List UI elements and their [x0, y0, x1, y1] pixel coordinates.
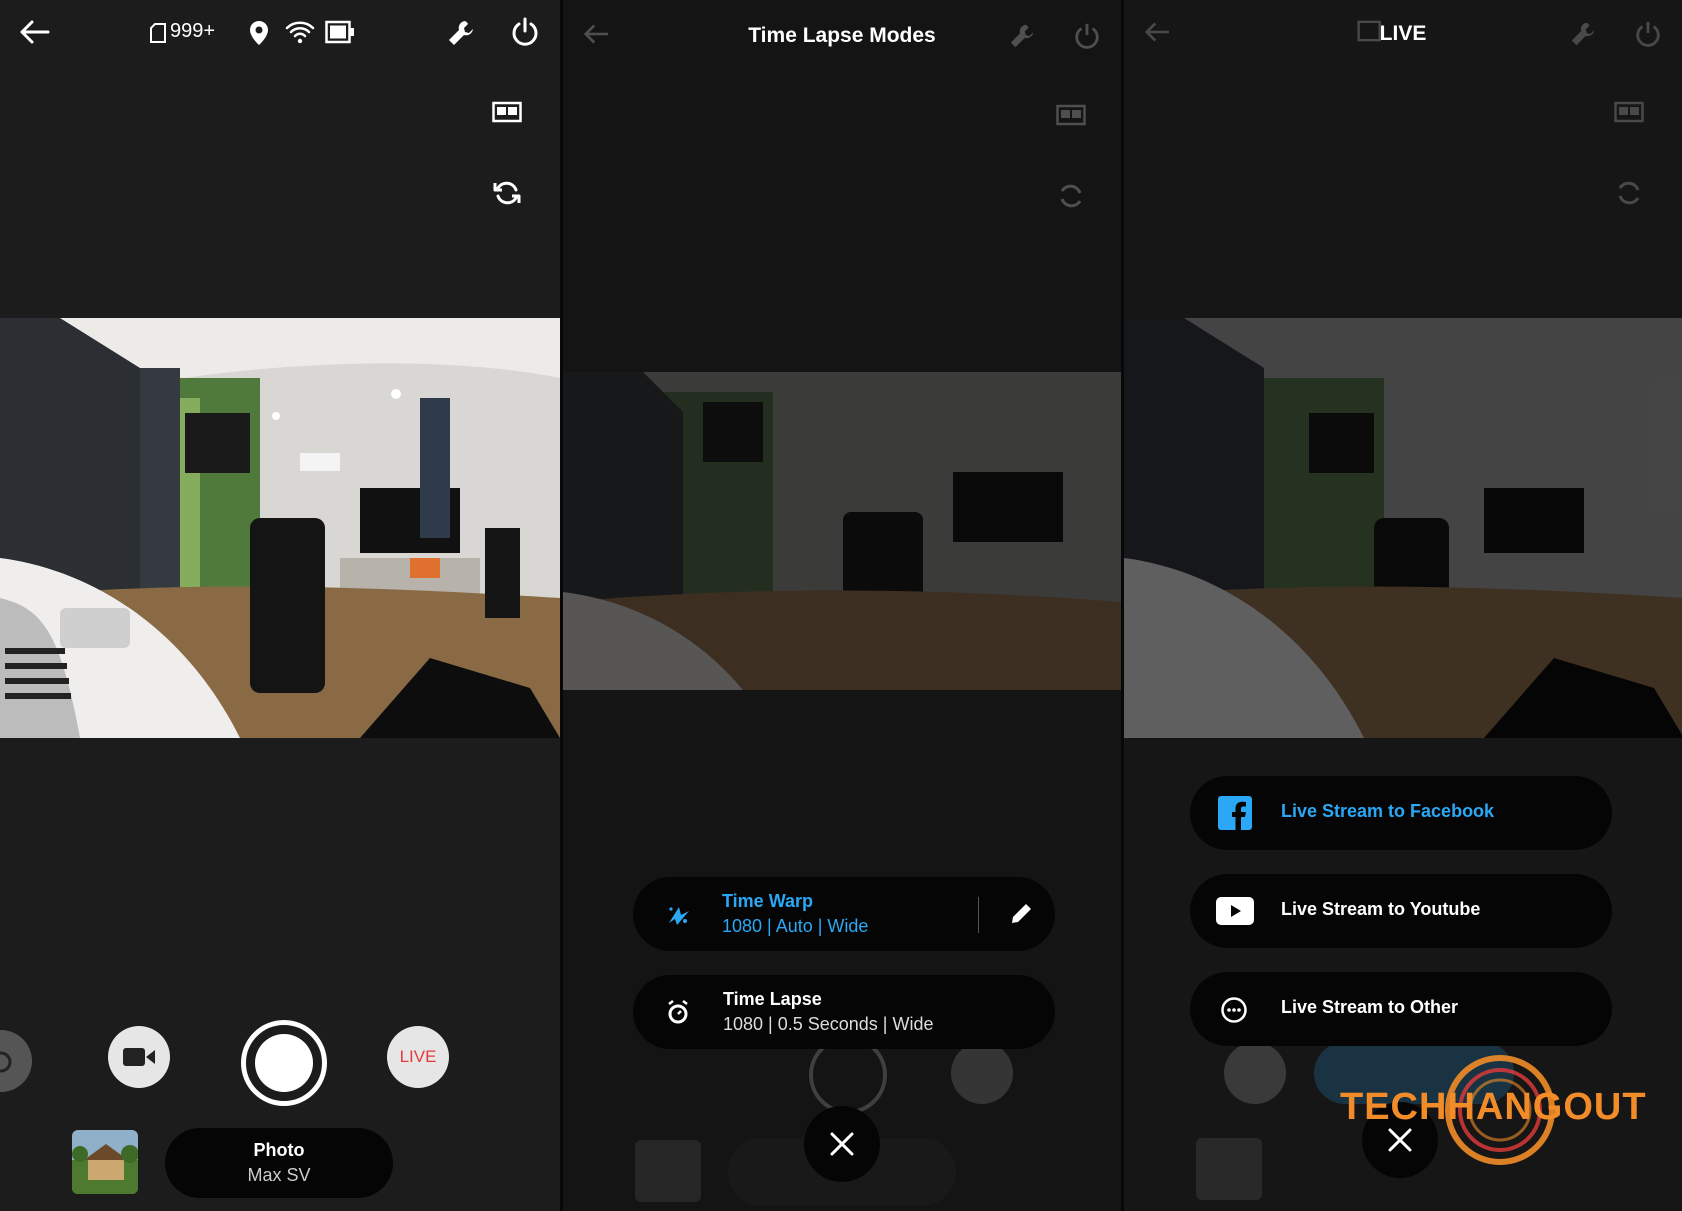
wrench-icon[interactable]: [446, 18, 476, 48]
display-toggle-icon: [1614, 100, 1644, 124]
timelapse-modes-panel: Time Lapse Modes Time Warp 1080 | Auto |…: [563, 0, 1121, 1211]
live-stream-other-option[interactable]: Live Stream to Other: [1190, 972, 1612, 1046]
pencil-icon[interactable]: [1008, 901, 1034, 927]
preview-dim-overlay: [563, 372, 1121, 690]
time-warp-icon: [665, 901, 691, 927]
photo-mode-panel: 999+ LIVE Photo Max SV: [0, 0, 560, 1211]
watermark-text-tech: TECH: [1340, 1086, 1448, 1128]
gallery-thumbnail: [635, 1140, 701, 1202]
youtube-icon: [1216, 897, 1254, 925]
option-separator: [978, 897, 979, 933]
shutter-inner: [255, 1034, 313, 1092]
photo-mode-button: [1224, 1042, 1286, 1104]
storage-count: 999+: [170, 20, 216, 42]
display-toggle-icon[interactable]: [492, 100, 522, 124]
camera-preview-dimmed: [1124, 318, 1682, 738]
time-lapse-title: Time Lapse: [723, 989, 822, 1009]
camera-preview-dimmed: [563, 372, 1121, 690]
more-circle-icon: [1220, 996, 1248, 1024]
power-icon[interactable]: [510, 17, 540, 47]
photo-mode-selector[interactable]: Photo Max SV: [165, 1128, 393, 1198]
flip-camera-icon: [1614, 178, 1644, 208]
flip-camera-icon: [1056, 181, 1086, 211]
live-mode-label: LIVE: [399, 1047, 437, 1066]
live-stream-facebook-label: Live Stream to Facebook: [1281, 801, 1495, 821]
live-stream-youtube-label: Live Stream to Youtube: [1281, 899, 1481, 919]
techhangout-watermark: TECHHANGOUT: [1340, 1050, 1646, 1170]
live-stream-youtube-option[interactable]: Live Stream to Youtube: [1190, 874, 1612, 948]
watermark-text-hangout: HANGOUT: [1447, 1086, 1647, 1128]
photo-mode-subtitle: Max SV: [247, 1165, 311, 1185]
gallery-thumbnail: [1196, 1138, 1262, 1200]
facebook-icon: [1218, 796, 1252, 830]
live-stream-facebook-option[interactable]: Live Stream to Facebook: [1190, 776, 1612, 850]
video-camera-icon: [121, 1045, 157, 1069]
time-warp-title: Time Warp: [722, 891, 814, 911]
flip-camera-icon[interactable]: [492, 178, 522, 208]
live-panel-title: LIVE: [1379, 22, 1427, 45]
timelapse-panel-title: Time Lapse Modes: [748, 24, 936, 47]
time-lapse-option[interactable]: Time Lapse 1080 | 0.5 Seconds | Wide: [633, 975, 1055, 1049]
time-lapse-subtitle: 1080 | 0.5 Seconds | Wide: [723, 1014, 934, 1034]
back-arrow-icon[interactable]: [18, 18, 50, 46]
location-pin-icon: [249, 20, 269, 46]
timer-icon: [666, 999, 690, 1025]
shutter-button[interactable]: [241, 1020, 327, 1106]
display-toggle-icon: [1056, 103, 1086, 127]
video-mode-button[interactable]: [108, 1026, 170, 1088]
live-stream-other-label: Live Stream to Other: [1281, 997, 1459, 1017]
sd-card-icon: [150, 23, 166, 43]
battery-icon: [325, 20, 355, 44]
close-icon: [829, 1131, 855, 1157]
preview-dim-overlay: [1124, 318, 1682, 738]
video-mode-button: [951, 1042, 1013, 1104]
wifi-icon: [285, 20, 315, 44]
time-warp-subtitle: 1080 | Auto | Wide: [722, 916, 869, 936]
live-stream-panel: LIVE Live Stream to Facebook Live Stream…: [1124, 0, 1682, 1211]
live-mode-button[interactable]: LIVE: [387, 1026, 449, 1088]
time-warp-option[interactable]: Time Warp 1080 | Auto | Wide: [633, 877, 1055, 951]
close-timelapse-menu-button[interactable]: [804, 1106, 880, 1182]
camera-preview[interactable]: [0, 318, 560, 738]
timer-icon: [0, 1048, 14, 1074]
gallery-thumbnail[interactable]: [72, 1130, 138, 1194]
photo-mode-title: Photo: [253, 1140, 305, 1160]
timelapse-mode-button[interactable]: [0, 1030, 32, 1092]
